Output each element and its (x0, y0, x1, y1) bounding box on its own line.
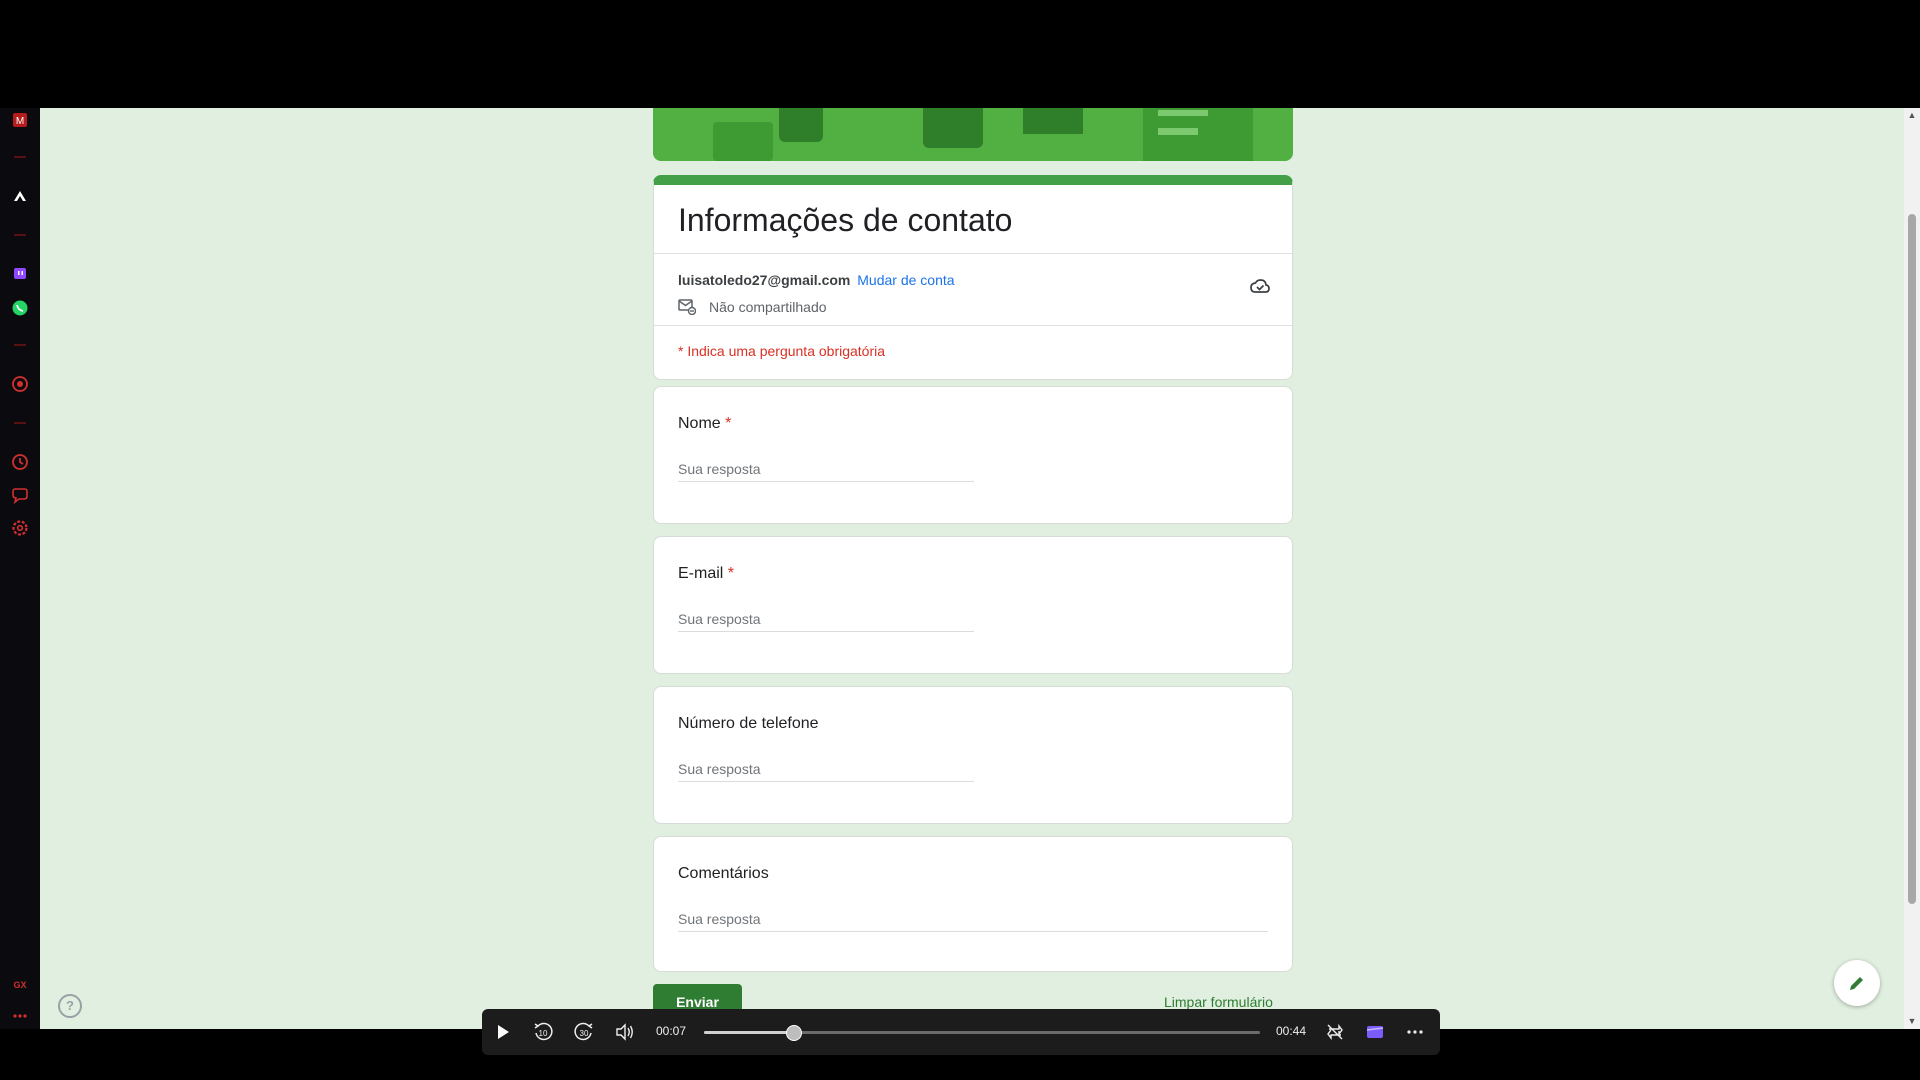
duration: 00:44 (1276, 1024, 1307, 1038)
help-icon[interactable]: ? (58, 994, 82, 1018)
question-card-comentarios: Comentários (653, 836, 1293, 972)
rewind-button[interactable]: 10 (530, 1019, 556, 1045)
rewind-10-icon: 10 (534, 1022, 553, 1041)
svg-text:M: M (16, 116, 24, 127)
sidebar-separator (14, 344, 26, 346)
nome-input[interactable] (678, 457, 974, 482)
scrollbar-thumb[interactable] (1908, 214, 1916, 904)
required-asterisk: * (727, 565, 735, 582)
comentarios-input[interactable] (678, 907, 1268, 932)
play-icon (498, 1025, 509, 1039)
clipchamp-button[interactable] (1362, 1019, 1388, 1045)
clipchamp-icon (1366, 1026, 1384, 1038)
play-button[interactable] (490, 1019, 516, 1045)
loop-icon (1327, 1023, 1343, 1041)
telefone-input[interactable] (678, 757, 974, 782)
cloud-icon[interactable] (1248, 274, 1272, 298)
question-label: Número de telefone (678, 715, 819, 732)
record-icon[interactable] (10, 374, 30, 394)
app-m-icon[interactable]: M (10, 110, 30, 130)
forward-button[interactable]: 30 (571, 1019, 597, 1045)
not-shared-text: Não compartilhado (709, 299, 827, 315)
page-scrollbar[interactable]: ▲ ▼ (1904, 108, 1920, 1029)
question-card-nome: Nome * (653, 386, 1293, 524)
switch-account-link[interactable]: Mudar de conta (857, 272, 954, 288)
form-header-banner (653, 108, 1293, 161)
account-info: luisatoledo27@gmail.com Mudar de conta (678, 272, 955, 288)
volume-icon (616, 1023, 633, 1041)
question-label: Comentários (678, 865, 769, 882)
twitch-icon[interactable] (10, 264, 30, 284)
account-email: luisatoledo27@gmail.com (678, 272, 851, 288)
form-title-card: Informações de contato luisatoledo27@gma… (653, 175, 1293, 380)
question-card-telefone: Número de telefone (653, 686, 1293, 824)
whatsapp-icon[interactable] (10, 298, 30, 318)
more-icon (1407, 1030, 1423, 1034)
browser-sidebar: M GX (0, 108, 40, 1029)
loop-button[interactable] (1322, 1019, 1348, 1045)
form-title: Informações de contato (678, 202, 1013, 238)
question-label: Nome * (678, 415, 732, 432)
edit-button[interactable] (1834, 960, 1880, 1006)
form-page: Informações de contato luisatoledo27@gma… (40, 108, 1904, 1029)
volume-button[interactable] (612, 1019, 638, 1045)
history-icon[interactable] (10, 452, 30, 472)
settings-icon[interactable] (10, 518, 30, 538)
sidebar-separator (14, 422, 26, 424)
question-label: E-mail * (678, 565, 735, 582)
svg-text:30: 30 (580, 1029, 589, 1038)
arrow-up-icon[interactable] (10, 186, 30, 206)
clear-form-link[interactable]: Limpar formulário (1164, 994, 1273, 1010)
sidebar-separator (14, 234, 26, 236)
sidebar-separator (14, 156, 26, 158)
chat-icon[interactable] (10, 485, 30, 505)
divider (654, 325, 1292, 326)
question-card-email: E-mail * (653, 536, 1293, 674)
forward-30-icon: 30 (574, 1022, 593, 1041)
required-note: * Indica uma pergunta obrigatória (678, 343, 886, 359)
seek-handle[interactable] (785, 1025, 802, 1041)
svg-text:GX: GX (13, 980, 26, 990)
share-off-icon (678, 299, 696, 315)
more-options-button[interactable] (1402, 1019, 1428, 1045)
video-player-controls: 10 30 00:07 00:44 (482, 1009, 1440, 1055)
required-asterisk: * (725, 415, 732, 432)
svg-text:10: 10 (539, 1029, 548, 1038)
divider (654, 253, 1292, 254)
scroll-down-arrow-icon[interactable]: ▼ (1907, 1016, 1917, 1026)
current-time: 00:07 (656, 1024, 687, 1038)
gx-icon[interactable]: GX (10, 974, 30, 994)
seek-progress (704, 1031, 793, 1034)
top-black-bar (0, 0, 1920, 108)
more-icon[interactable] (10, 1006, 30, 1026)
scroll-up-arrow-icon[interactable]: ▲ (1907, 110, 1917, 120)
seek-bar[interactable] (704, 1025, 1260, 1041)
email-input[interactable] (678, 607, 974, 632)
pencil-icon (1850, 977, 1863, 990)
